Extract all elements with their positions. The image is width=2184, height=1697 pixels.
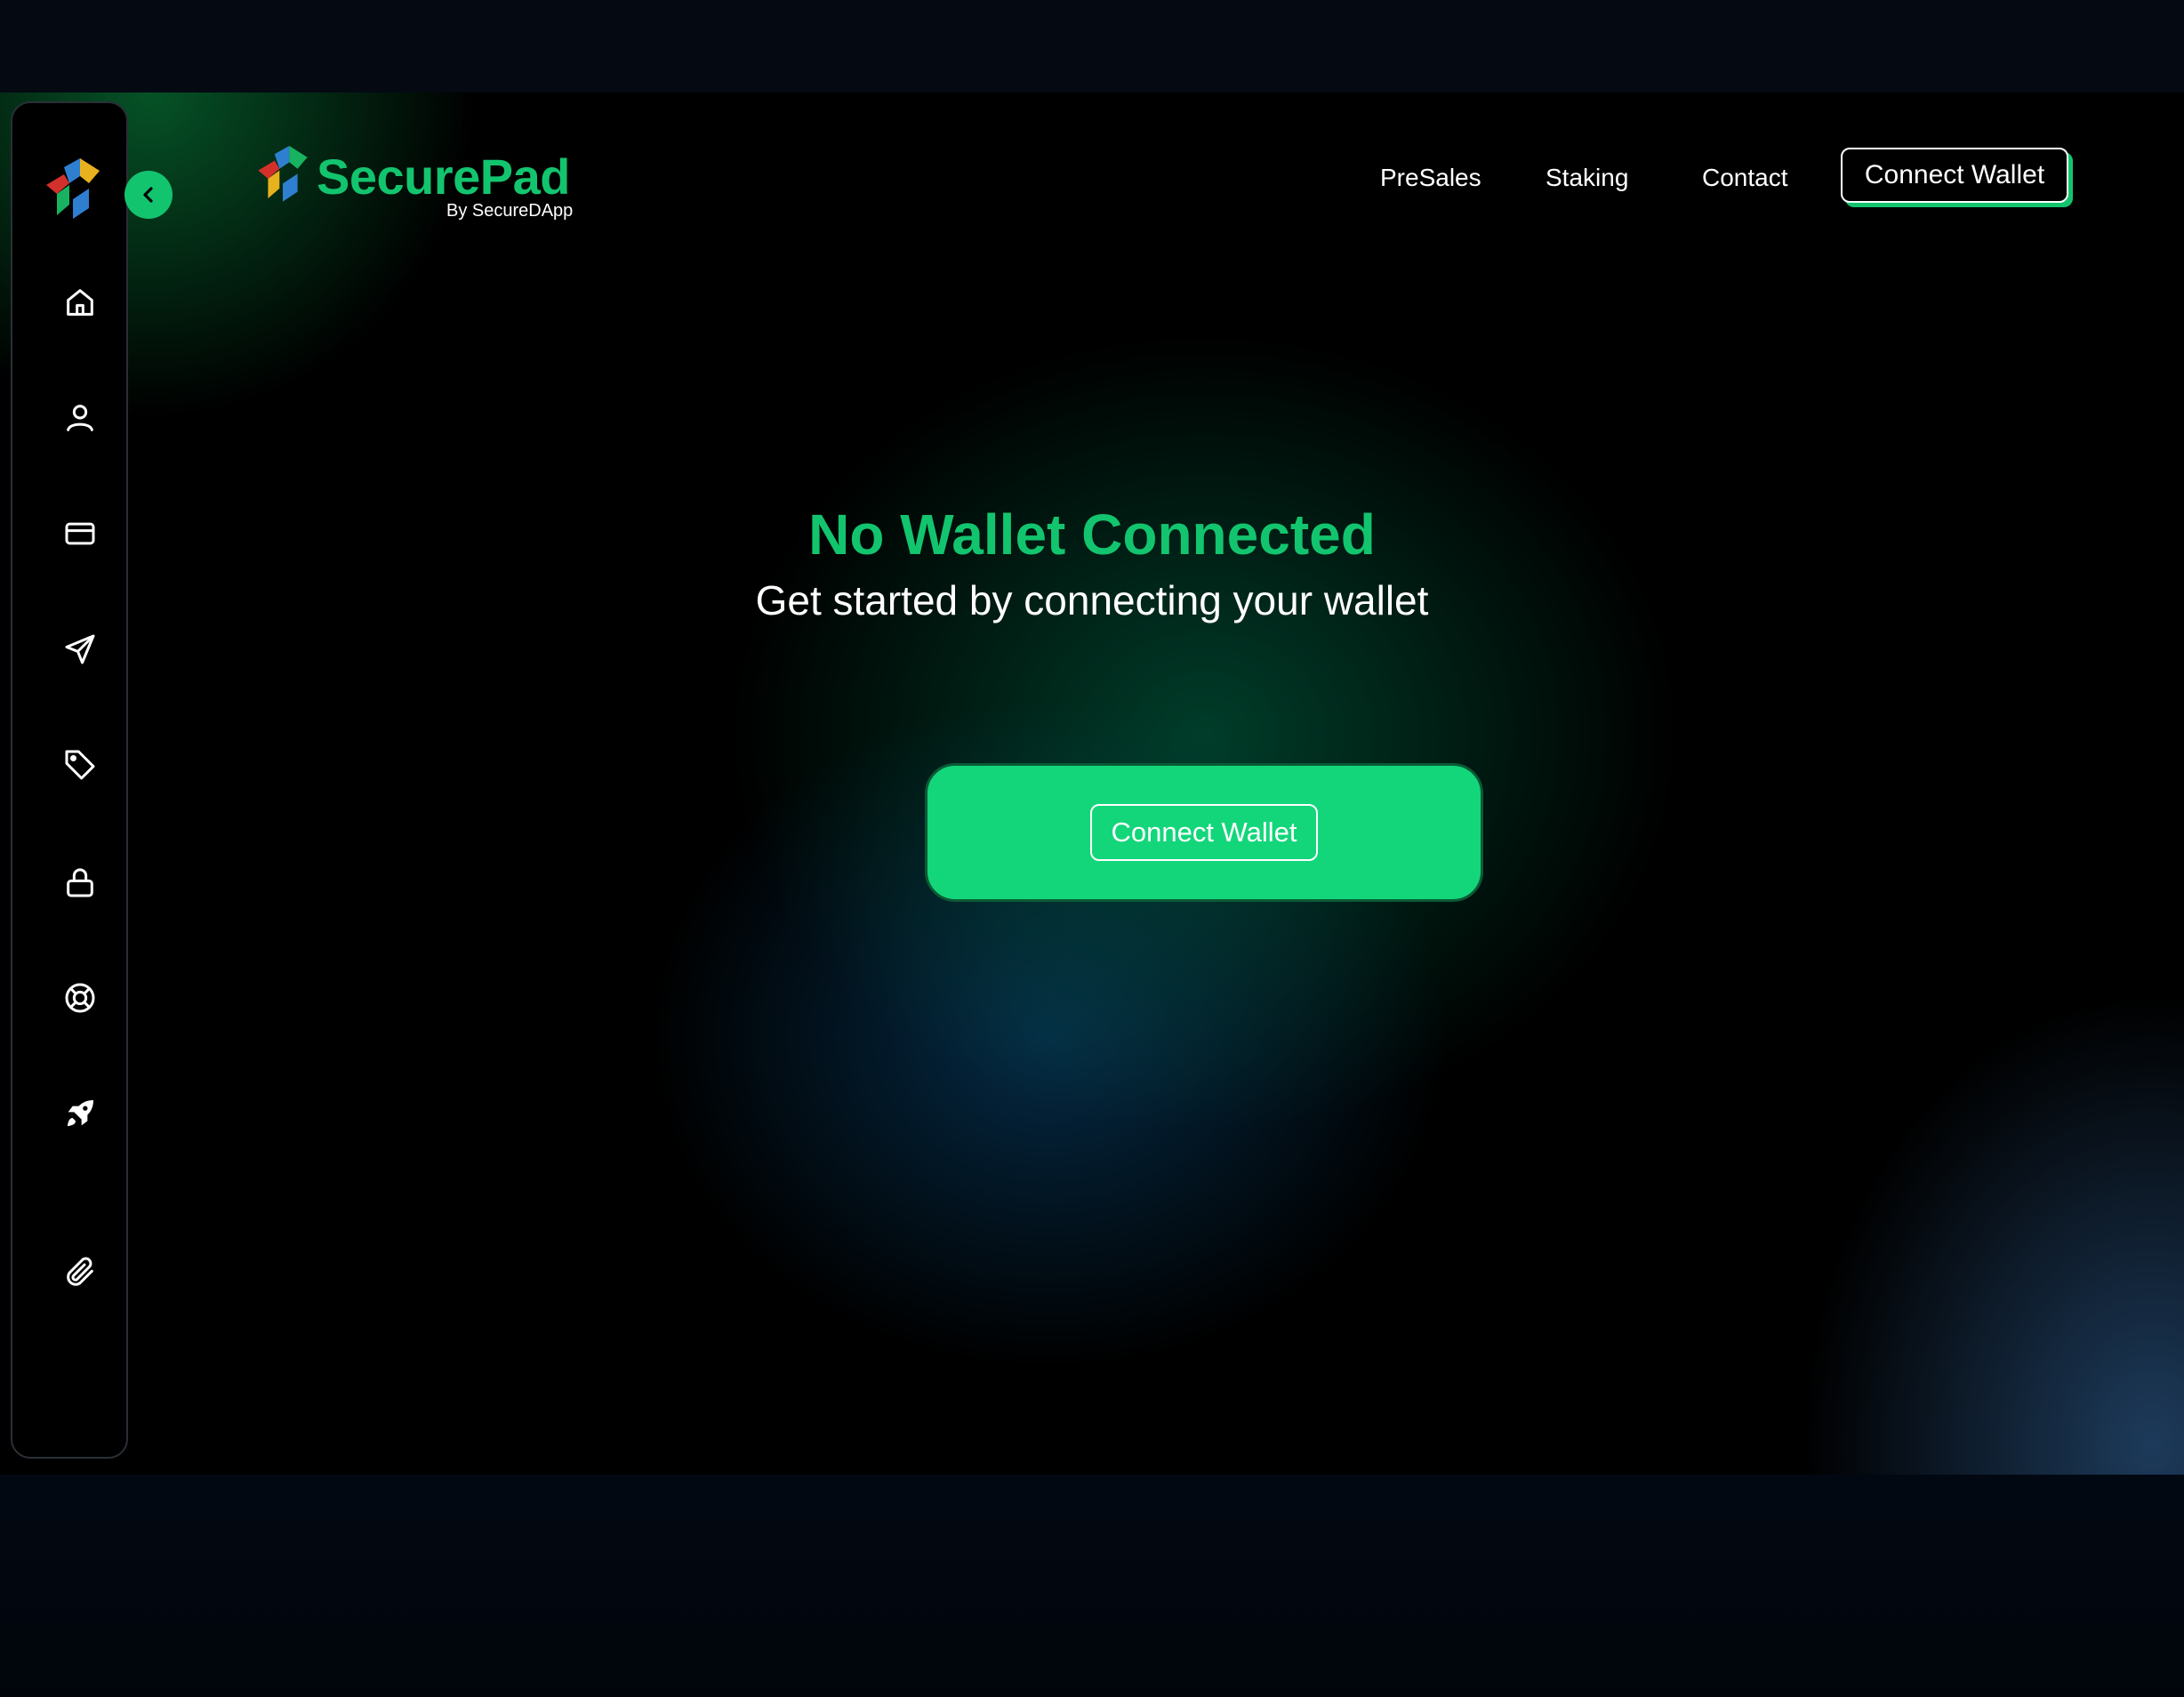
sidebar-item-tags[interactable] [60, 745, 100, 784]
brand-tagline: By SecureDApp [446, 201, 574, 221]
sidebar-item-profile[interactable] [60, 398, 100, 438]
page-footer-area [0, 1475, 2184, 1697]
sidebar-item-send[interactable] [60, 630, 100, 669]
nav-presales[interactable]: PreSales [1380, 164, 1481, 192]
nav-staking[interactable]: Staking [1546, 164, 1628, 192]
sidebar-item-locks[interactable] [60, 863, 100, 902]
browser-top-bar [0, 0, 2184, 92]
connect-wallet-card[interactable]: Connect Wallet [925, 763, 1483, 902]
rocket-icon [67, 1100, 93, 1127]
tag-icon [65, 750, 95, 780]
connect-wallet-button[interactable]: Connect Wallet [1090, 804, 1318, 861]
sidebar-item-attachments[interactable] [60, 1252, 100, 1291]
user-icon [67, 405, 93, 431]
app-window: SecurePad By SecureDApp PreSales Staking… [0, 92, 2184, 1475]
paperclip-icon [67, 1257, 93, 1286]
nav-contact[interactable]: Contact [1702, 164, 1788, 192]
sidebar [11, 101, 173, 1459]
securepad-logo-icon [258, 146, 308, 202]
sidebar-item-support[interactable] [60, 978, 100, 1017]
header-connect-wallet-button[interactable]: Connect Wallet [1841, 148, 2068, 203]
lifebuoy-icon [65, 983, 95, 1013]
securepad-logo-icon[interactable] [46, 158, 100, 226]
empty-state-subtitle: Get started by connecting your wallet [755, 577, 1429, 623]
page: SecurePad By SecureDApp PreSales Staking… [0, 0, 2184, 1697]
lock-icon [67, 868, 93, 897]
home-icon [67, 289, 93, 316]
empty-state-title: No Wallet Connected [808, 503, 1376, 567]
send-icon [65, 634, 95, 664]
brand-name: SecurePad [317, 149, 571, 205]
sidebar-collapse-button[interactable] [124, 171, 173, 219]
chevron-left-icon [143, 187, 153, 203]
sidebar-item-home[interactable] [60, 283, 100, 322]
sidebar-item-launchpad[interactable] [60, 1094, 100, 1133]
